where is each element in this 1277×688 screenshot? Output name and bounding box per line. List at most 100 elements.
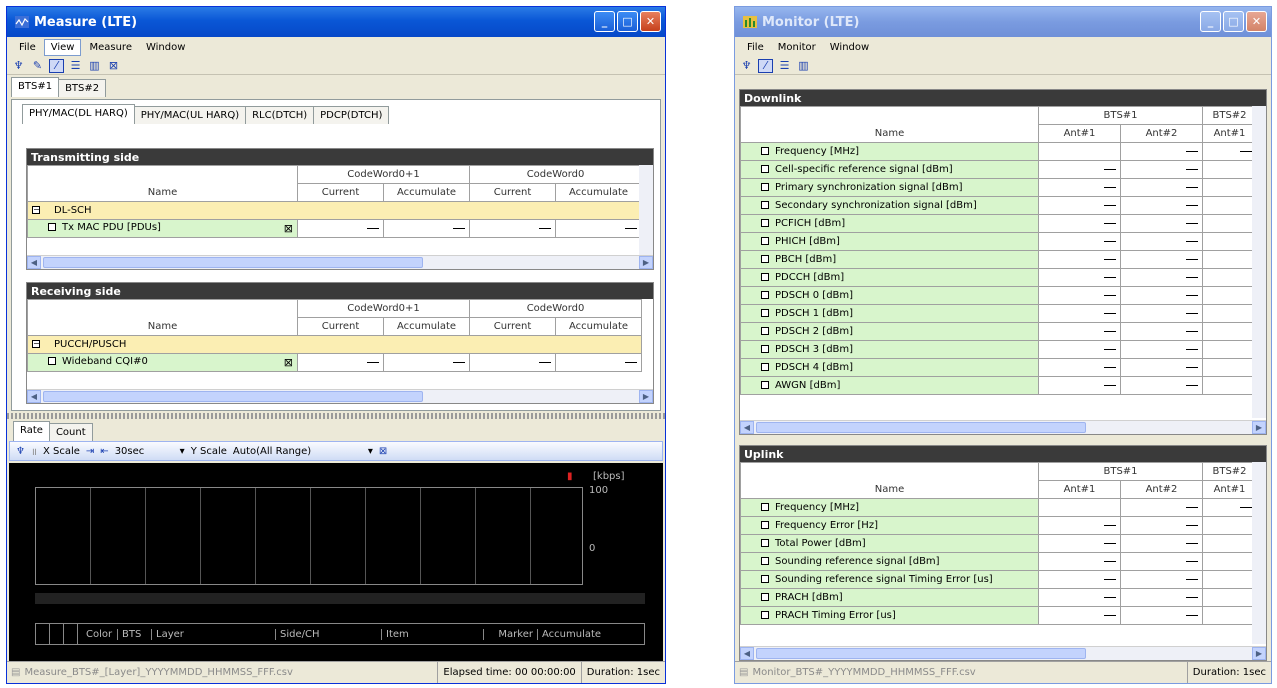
zoom-out-icon[interactable]: ⇤ — [100, 446, 108, 457]
checkbox[interactable] — [761, 521, 769, 529]
table-row[interactable]: PDSCH 4 [dBm] — [740, 358, 1257, 377]
antenna-icon[interactable]: ♆ — [11, 59, 26, 73]
checkbox[interactable] — [761, 291, 769, 299]
menu-window[interactable]: Window — [140, 40, 191, 55]
table-row[interactable]: Sounding reference signal [dBm] — [740, 552, 1257, 571]
checkbox[interactable] — [48, 223, 56, 231]
plot-area[interactable] — [35, 487, 583, 585]
group-row[interactable]: − PUCCH/PUSCH — [26, 335, 643, 354]
scroll-left-icon[interactable]: ◀ — [740, 647, 754, 660]
downlink-vscroll[interactable] — [1252, 106, 1266, 418]
menu-file[interactable]: File — [13, 40, 42, 55]
checkbox[interactable] — [761, 345, 769, 353]
table-row[interactable]: AWGN [dBm] — [740, 376, 1257, 395]
checkbox[interactable] — [761, 219, 769, 227]
graph-icon[interactable]: ⊠ — [106, 59, 121, 73]
scroll-right-icon[interactable]: ▶ — [1252, 421, 1266, 434]
table-row[interactable]: PDCCH [dBm] — [740, 268, 1257, 287]
menu-window[interactable]: Window — [824, 40, 875, 55]
xscale-select[interactable]: 30sec ▾ — [115, 446, 185, 457]
menu-monitor[interactable]: Monitor — [772, 40, 822, 55]
menu-view[interactable]: View — [43, 38, 82, 56]
table-row[interactable]: Frequency Error [Hz] — [740, 516, 1257, 535]
splitter[interactable] — [7, 413, 665, 419]
scroll-thumb[interactable] — [756, 422, 1086, 433]
scroll-left-icon[interactable]: ◀ — [27, 390, 41, 403]
tab-dl-harq[interactable]: PHY/MAC(DL HARQ) — [22, 104, 135, 124]
maximize-button[interactable]: □ — [1223, 11, 1244, 32]
checkbox[interactable] — [761, 273, 769, 281]
scroll-left-icon[interactable]: ◀ — [740, 421, 754, 434]
tab-rate[interactable]: Rate — [13, 421, 50, 441]
tab-count[interactable]: Count — [48, 423, 93, 441]
table-row[interactable]: Wideband CQI#0 ⊠ — [27, 353, 643, 372]
scroll-right-icon[interactable]: ▶ — [1252, 647, 1266, 660]
split-vertical-icon[interactable]: ▥ — [796, 59, 811, 73]
scroll-right-icon[interactable]: ▶ — [639, 390, 653, 403]
tx-vscroll[interactable] — [639, 165, 653, 255]
checkbox[interactable] — [761, 237, 769, 245]
minimize-button[interactable]: _ — [1200, 11, 1221, 32]
menu-file[interactable]: File — [741, 40, 770, 55]
checkbox[interactable] — [761, 611, 769, 619]
checkbox[interactable] — [761, 575, 769, 583]
yscale-select[interactable]: Auto(All Range) ▾ — [233, 446, 373, 457]
checkbox[interactable] — [761, 503, 769, 511]
scroll-right-icon[interactable]: ▶ — [639, 256, 653, 269]
checkbox[interactable] — [761, 201, 769, 209]
table-row[interactable]: Frequency [MHz] — [740, 142, 1257, 161]
monitor-titlebar[interactable]: Monitor (LTE) _ □ ✕ — [735, 7, 1271, 37]
pin-icon[interactable]: ♆ — [16, 446, 25, 457]
checkbox[interactable] — [48, 357, 56, 365]
scroll-thumb[interactable] — [756, 648, 1086, 659]
collapse-icon[interactable]: − — [32, 340, 40, 348]
antenna-icon[interactable]: ♆ — [739, 59, 754, 73]
checkbox[interactable] — [761, 309, 769, 317]
menu-measure[interactable]: Measure — [83, 40, 138, 55]
checkbox[interactable] — [761, 327, 769, 335]
close-button[interactable]: ✕ — [1246, 11, 1267, 32]
split-vertical-icon[interactable]: ▥ — [87, 59, 102, 73]
graph-icon[interactable]: ⊠ — [284, 222, 293, 235]
table-row[interactable]: PBCH [dBm] — [740, 250, 1257, 269]
tab-bts2[interactable]: BTS#2 — [58, 79, 107, 97]
scroll-thumb[interactable] — [43, 391, 423, 402]
checkbox[interactable] — [761, 183, 769, 191]
table-row[interactable]: PDSCH 3 [dBm] — [740, 340, 1257, 359]
graph-icon[interactable]: ⊠ — [379, 446, 387, 457]
scroll-thumb[interactable] — [43, 257, 423, 268]
rx-hscroll[interactable]: ◀ ▶ — [27, 389, 653, 403]
table-row[interactable]: PDSCH 2 [dBm] — [740, 322, 1257, 341]
edit-icon[interactable]: ⁄ — [49, 58, 64, 73]
table-row[interactable]: Primary synchronization signal [dBm] — [740, 178, 1257, 197]
split-horizontal-icon[interactable]: ☰ — [68, 59, 83, 73]
table-row[interactable]: Total Power [dBm] — [740, 534, 1257, 553]
checkbox[interactable] — [761, 165, 769, 173]
table-row[interactable]: Frequency [MHz] — [740, 498, 1257, 517]
table-row[interactable]: PHICH [dBm] — [740, 232, 1257, 251]
table-row[interactable]: PDSCH 1 [dBm] — [740, 304, 1257, 323]
pause-icon[interactable]: ॥ — [31, 444, 37, 458]
uplink-hscroll[interactable]: ◀ ▶ — [740, 646, 1266, 660]
zoom-in-icon[interactable]: ⇥ — [86, 446, 94, 457]
tx-hscroll[interactable]: ◀ ▶ — [27, 255, 653, 269]
table-row[interactable]: PCFICH [dBm] — [740, 214, 1257, 233]
checkbox[interactable] — [761, 557, 769, 565]
checkbox[interactable] — [761, 255, 769, 263]
tab-ul-harq[interactable]: PHY/MAC(UL HARQ) — [133, 106, 247, 124]
table-row[interactable]: Secondary synchronization signal [dBm] — [740, 196, 1257, 215]
maximize-button[interactable]: □ — [617, 11, 638, 32]
uplink-vscroll[interactable] — [1252, 462, 1266, 644]
checkbox[interactable] — [761, 539, 769, 547]
collapse-icon[interactable]: − — [32, 206, 40, 214]
checkbox[interactable] — [761, 363, 769, 371]
checkbox[interactable] — [761, 381, 769, 389]
graph-hscroll[interactable] — [35, 593, 645, 604]
graph-icon[interactable]: ⊠ — [284, 356, 293, 369]
table-row[interactable]: Tx MAC PDU [PDUs] ⊠ — [27, 219, 643, 238]
group-row[interactable]: − DL-SCH — [26, 201, 643, 220]
table-row[interactable]: PRACH [dBm] — [740, 588, 1257, 607]
tab-rlc[interactable]: RLC(DTCH) — [245, 106, 315, 124]
tab-pdcp[interactable]: PDCP(DTCH) — [313, 106, 390, 124]
measure-titlebar[interactable]: Measure (LTE) _ □ ✕ — [7, 7, 665, 37]
